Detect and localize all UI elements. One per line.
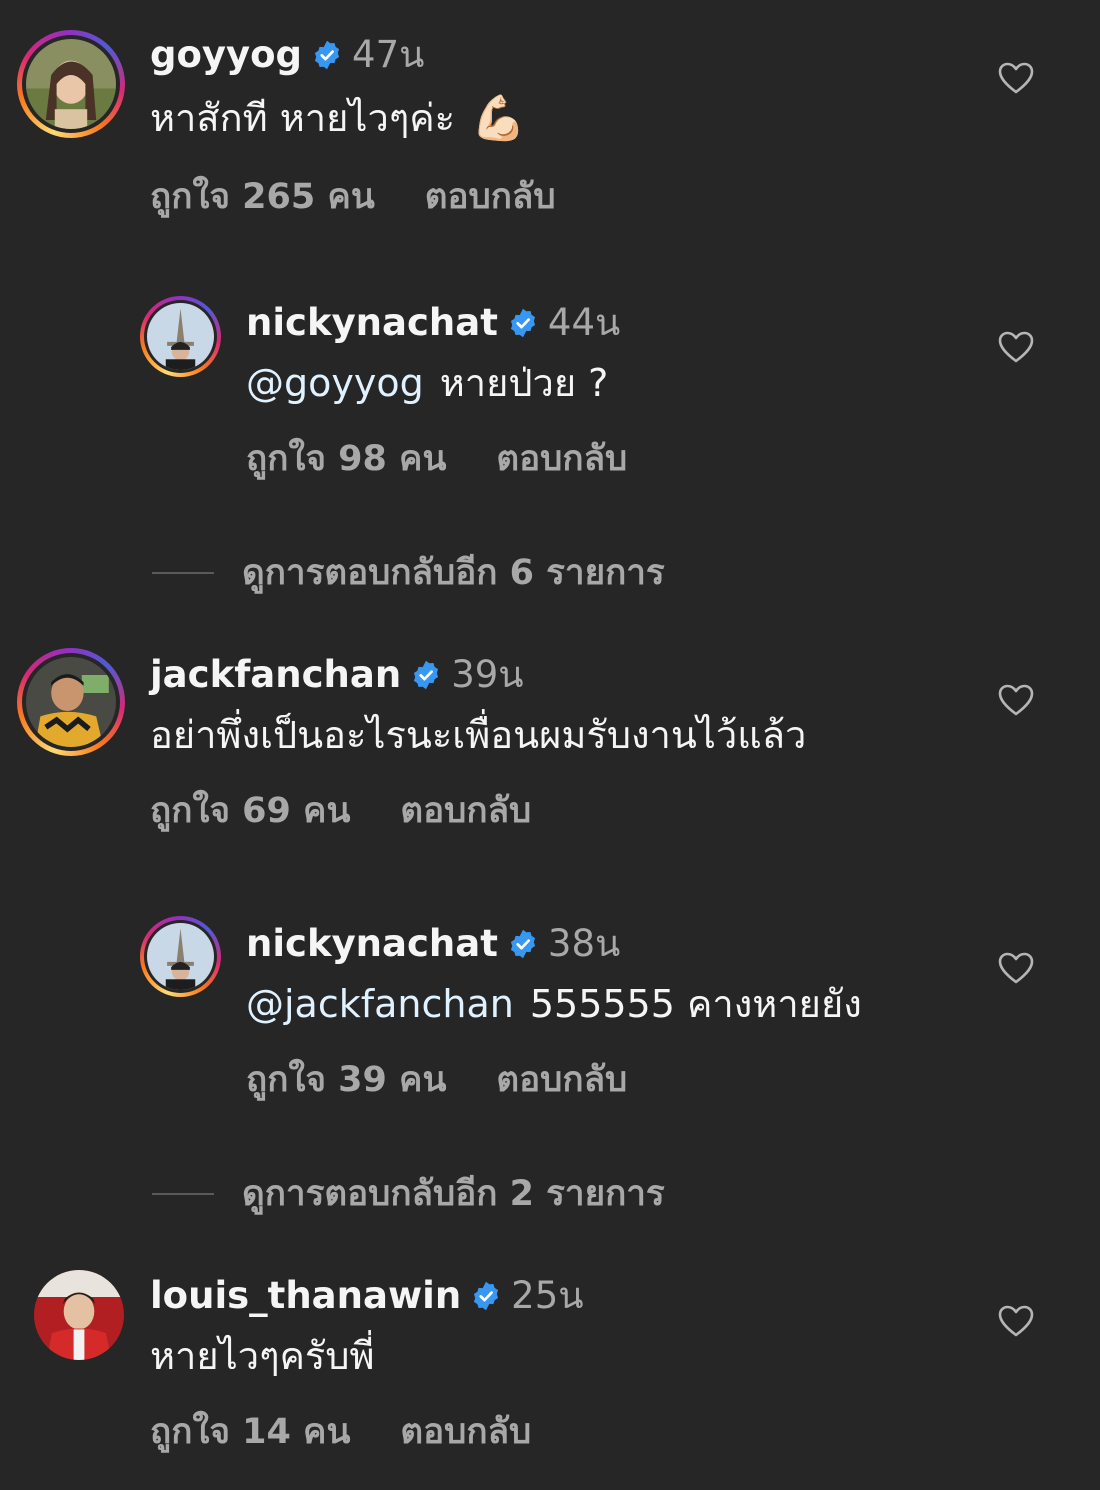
likes-count[interactable]: ถูกใจ 69 คน (150, 783, 350, 838)
verified-badge-icon (411, 660, 441, 690)
verified-badge-icon (471, 1281, 501, 1311)
more-replies-label: ดูการตอบกลับอีก 6 รายการ (242, 553, 665, 593)
comment-text-content: หายป่วย ? (439, 361, 609, 405)
verified-badge-icon (312, 40, 342, 70)
heart-icon[interactable] (998, 1305, 1034, 1337)
comment-meta: ถูกใจ 98 คน ตอบกลับ (246, 431, 627, 486)
comment-text: อย่าพึ่งเป็นอะไรนะเพื่อนผมรับงานไว้แล้ว (150, 713, 807, 757)
comment-meta: ถูกใจ 69 คน ตอบกลับ (150, 783, 806, 838)
mention-link[interactable]: @goyyog (246, 362, 424, 405)
likes-count[interactable]: ถูกใจ 265 คน (150, 169, 375, 224)
timestamp: 38น (547, 922, 621, 965)
comment-body: goyyog 47น หาสักที หายไวๆค่ะ 💪🏻 ถูกใจ 26… (150, 36, 556, 224)
likes-count[interactable]: ถูกใจ 98 คน (246, 431, 446, 486)
avatar-photo (26, 39, 116, 129)
comment-text-content: อย่าพึ่งเป็นอะไรนะเพื่อนผมรับงานไว้แล้ว (150, 713, 807, 757)
comment-meta: ถูกใจ 14 คน ตอบกลับ (150, 1404, 584, 1459)
comment-meta: ถูกใจ 265 คน ตอบกลับ (150, 169, 556, 224)
reply-button[interactable]: ตอบกลับ (496, 431, 627, 486)
timestamp: 25น (511, 1274, 584, 1317)
avatar-photo-svg (26, 39, 116, 129)
heart-icon[interactable] (998, 62, 1034, 94)
avatar[interactable] (17, 648, 125, 756)
comment-body: nickynachat 38น @jackfanchan 555555 คางห… (246, 925, 862, 1107)
comment-text: @jackfanchan 555555 คางหายยัง (246, 982, 862, 1026)
comment-text: หาสักที หายไวๆค่ะ 💪🏻 (150, 93, 556, 144)
avatar-photo (147, 923, 214, 990)
username[interactable]: nickynachat (246, 925, 498, 962)
verified-badge-icon (508, 929, 538, 959)
more-replies-divider (152, 571, 214, 574)
reply-button[interactable]: ตอบกลับ (425, 169, 556, 224)
avatar-photo (34, 1270, 124, 1360)
comment-text: หายไวๆครับพี่ (150, 1334, 584, 1378)
comment-header: goyyog 47น (150, 36, 556, 73)
comment-header: nickynachat 44น (246, 304, 627, 341)
comment-meta: ถูกใจ 39 คน ตอบกลับ (246, 1052, 862, 1107)
more-replies-label: ดูการตอบกลับอีก 2 รายการ (242, 1174, 665, 1214)
reply-button[interactable]: ตอบกลับ (400, 783, 531, 838)
avatar-photo-svg (147, 923, 214, 990)
timestamp: 47น (352, 33, 425, 76)
comment-body: jackfanchan 39น อย่าพึ่งเป็นอะไรนะเพื่อน… (150, 656, 806, 838)
view-more-replies-button[interactable]: ดูการตอบกลับอีก 2 รายการ (152, 1166, 665, 1221)
reply-button[interactable]: ตอบกลับ (496, 1052, 627, 1107)
avatar-photo (26, 657, 116, 747)
heart-icon[interactable] (998, 684, 1034, 716)
heart-icon[interactable] (998, 952, 1034, 984)
comment-header: nickynachat 38น (246, 925, 862, 962)
view-more-replies-button[interactable]: ดูการตอบกลับอีก 6 รายการ (152, 545, 665, 600)
comments-list: goyyog 47น หาสักที หายไวๆค่ะ 💪🏻 ถูกใจ 26… (0, 0, 1100, 1490)
comment-text-content: หาสักที หายไวๆค่ะ (150, 96, 456, 141)
flexed-biceps-emoji: 💪🏻 (471, 93, 526, 144)
comment-header: louis_thanawin 25น (150, 1277, 584, 1314)
comment-text-content: 555555 คางหายยัง (529, 982, 862, 1026)
avatar-photo (147, 303, 214, 370)
comment-text-content: หายไวๆครับพี่ (150, 1334, 375, 1378)
comment-header: jackfanchan 39น (150, 656, 806, 693)
timestamp: 44น (547, 301, 621, 344)
avatar-photo-svg (34, 1270, 124, 1360)
avatar[interactable] (140, 916, 221, 997)
username[interactable]: louis_thanawin (150, 1277, 461, 1314)
comment-body: nickynachat 44น @goyyog หายป่วย ? ถูกใจ … (246, 304, 627, 486)
avatar[interactable] (30, 1266, 128, 1364)
username[interactable]: jackfanchan (150, 656, 401, 693)
avatar-photo-svg (147, 303, 214, 370)
username[interactable]: nickynachat (246, 304, 498, 341)
likes-count[interactable]: ถูกใจ 39 คน (246, 1052, 446, 1107)
verified-badge-icon (508, 308, 538, 338)
avatar-photo-svg (26, 657, 116, 747)
likes-count[interactable]: ถูกใจ 14 คน (150, 1404, 350, 1459)
more-replies-divider (152, 1192, 214, 1195)
comment-body: louis_thanawin 25น หายไวๆครับพี่ ถูกใจ 1… (150, 1277, 584, 1459)
username[interactable]: goyyog (150, 36, 302, 73)
timestamp: 39น (451, 653, 524, 696)
mention-link[interactable]: @jackfanchan (246, 983, 514, 1026)
avatar[interactable] (17, 30, 125, 138)
comment-text: @goyyog หายป่วย ? (246, 361, 627, 405)
heart-icon[interactable] (998, 331, 1034, 363)
avatar[interactable] (140, 296, 221, 377)
reply-button[interactable]: ตอบกลับ (400, 1404, 531, 1459)
